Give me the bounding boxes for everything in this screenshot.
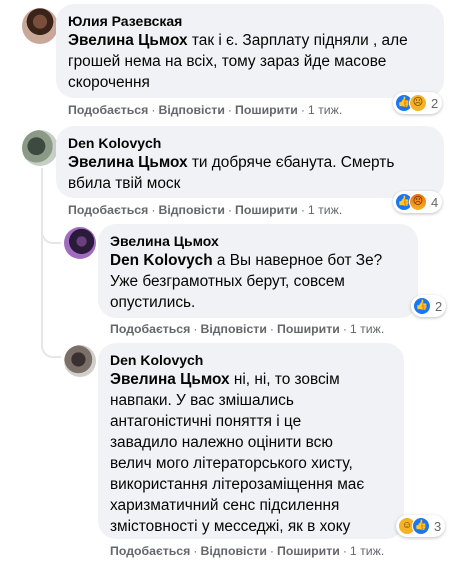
reply-button[interactable]: Відповісти — [158, 103, 224, 117]
reply-button[interactable]: Відповісти — [158, 203, 224, 217]
reaction-count: 2 — [431, 95, 439, 111]
reactions-summary[interactable]: ☺ 👍 3 — [396, 515, 446, 537]
comment-author[interactable]: Юлия Разевская — [68, 12, 432, 30]
share-button[interactable]: Поширити — [235, 203, 298, 217]
angry-icon: ☹ — [409, 193, 427, 211]
reactions-summary[interactable]: 👍 2 — [411, 295, 447, 317]
comment-text: Den Kolovych а Вы наверное бот Зе? Уже бе… — [110, 252, 383, 311]
reaction-count: 4 — [431, 194, 439, 210]
mention-link[interactable]: Эвелина Цьмох — [110, 371, 230, 388]
comment-bubble: Юлия Разевская Эвелина Цьмох так і є. За… — [56, 4, 444, 98]
comment-author[interactable]: Эвелина Цьмох — [110, 232, 406, 250]
comment-author[interactable]: Den Kolovych — [68, 134, 432, 152]
comment-text: Эвелина Цьмох так і є. Зарплату підняли … — [68, 32, 408, 91]
reply-button[interactable]: Відповісти — [200, 322, 266, 336]
timestamp[interactable]: 1 тиж. — [350, 322, 384, 336]
timestamp[interactable]: 1 тиж. — [350, 544, 384, 558]
comment-actions: Подобається · Відповісти · Поширити · 1 тиж. — [68, 203, 343, 217]
avatar[interactable] — [22, 8, 58, 44]
comment-bubble: Эвелина Цьмох Den Kolovych а Вы наверное… — [98, 224, 418, 318]
avatar[interactable] — [64, 227, 96, 259]
sad-icon: ☹ — [409, 94, 427, 112]
comment-bubble: Den Kolovych Эвелина Цьмох ти добряче єб… — [56, 126, 444, 198]
reactions-summary[interactable]: 👍 ☹ 2 — [393, 92, 443, 114]
like-button[interactable]: Подобається — [68, 103, 148, 117]
comment-actions: Подобається · Відповісти · Поширити · 1 тиж. — [68, 103, 343, 117]
mention-link[interactable]: Эвелина Цьмох — [68, 32, 188, 49]
thread-connector — [41, 334, 61, 358]
share-button[interactable]: Поширити — [235, 103, 298, 117]
avatar[interactable] — [22, 130, 58, 166]
thread-connector — [41, 228, 61, 244]
like-button[interactable]: Подобається — [110, 322, 190, 336]
thread-line — [41, 168, 43, 348]
like-icon: 👍 — [413, 297, 431, 315]
comment-bubble: Den Kolovych Эвелина Цьмох ні, ні, то зо… — [98, 343, 404, 539]
comment-actions: Подобається · Відповісти · Поширити · 1 тиж. — [110, 544, 385, 558]
avatar[interactable] — [64, 345, 96, 377]
comment-text: Эвелина Цьмох ти добряче єбанута. Смерть… — [68, 154, 395, 192]
share-button[interactable]: Поширити — [277, 544, 340, 558]
timestamp[interactable]: 1 тиж. — [308, 203, 342, 217]
reaction-count: 3 — [434, 518, 442, 534]
comment-actions: Подобається · Відповісти · Поширити · 1 тиж. — [110, 322, 385, 336]
timestamp[interactable]: 1 тиж. — [308, 103, 342, 117]
reaction-count: 2 — [435, 298, 443, 314]
reply-button[interactable]: Відповісти — [200, 544, 266, 558]
mention-link[interactable]: Эвелина Цьмох — [68, 154, 188, 171]
like-button[interactable]: Подобається — [110, 544, 190, 558]
comment-author[interactable]: Den Kolovych — [110, 351, 392, 369]
comment-text: Эвелина Цьмох ні, ні, то зовсім навпаки. … — [110, 371, 365, 535]
mention-link[interactable]: Den Kolovych — [110, 252, 213, 269]
share-button[interactable]: Поширити — [277, 322, 340, 336]
like-button[interactable]: Подобається — [68, 203, 148, 217]
reactions-summary[interactable]: 👍 ☹ 4 — [393, 191, 443, 213]
like-icon: 👍 — [412, 517, 430, 535]
